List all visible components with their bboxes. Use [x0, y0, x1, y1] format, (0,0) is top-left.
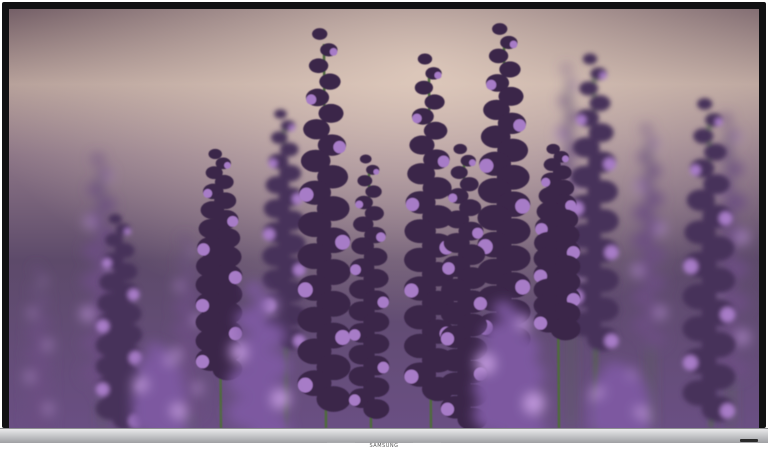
tv-screen: [9, 9, 759, 428]
logo-line-left: [327, 442, 355, 443]
brand-logo: SAMSUNG: [369, 443, 399, 449]
logo-line-right: [413, 442, 441, 443]
television: SAMSUNG: [0, 0, 768, 450]
lavender-scene: [9, 9, 759, 428]
tv-stand-bar: [0, 428, 768, 443]
power-indicator: [740, 439, 758, 442]
